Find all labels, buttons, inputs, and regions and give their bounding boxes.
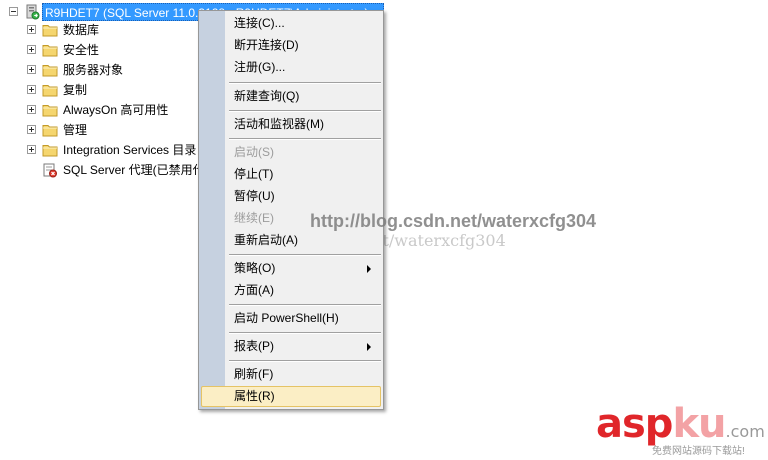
tree-node-label[interactable]: 服务器对象	[63, 61, 123, 79]
menu-separator	[229, 254, 381, 256]
tree-node-integration-services[interactable]: Integration Services 目录	[0, 141, 200, 159]
logo-part-ku: ku	[672, 401, 726, 447]
sql-agent-icon	[43, 163, 57, 178]
tree-node-label[interactable]: 安全性	[63, 41, 99, 59]
folder-icon	[42, 125, 58, 137]
menu-separator	[229, 332, 381, 334]
tree-node-sql-agent[interactable]: SQL Server 代理(已禁用代理 XP)	[0, 161, 240, 179]
submenu-arrow-icon	[367, 343, 371, 351]
menu-item-properties[interactable]: 属性(R)	[201, 386, 381, 407]
menu-item-activity-monitor[interactable]: 活动和监视器(M)	[201, 114, 381, 135]
tree-node-alwayson[interactable]: AlwaysOn 高可用性	[0, 101, 200, 119]
menu-item-restart[interactable]: 重新启动(A)	[201, 230, 381, 251]
menu-item-connect[interactable]: 连接(C)...	[201, 13, 381, 34]
folder-icon	[42, 145, 58, 157]
server-icon	[26, 4, 40, 20]
expand-icon[interactable]	[27, 45, 36, 54]
menu-separator	[229, 304, 381, 306]
folder-icon	[42, 65, 58, 77]
submenu-arrow-icon	[367, 265, 371, 273]
tree-node-server-objects[interactable]: 服务器对象	[0, 61, 200, 79]
folder-icon	[42, 25, 58, 37]
menu-separator	[229, 82, 381, 84]
menu-item-register[interactable]: 注册(G)...	[201, 57, 381, 78]
menu-item-label: 报表(P)	[234, 339, 274, 353]
menu-item-label: 策略(O)	[234, 261, 276, 275]
menu-item-disconnect[interactable]: 断开连接(D)	[201, 35, 381, 56]
expand-icon[interactable]	[27, 65, 36, 74]
collapse-icon[interactable]	[9, 7, 18, 16]
context-menu: 连接(C)... 断开连接(D) 注册(G)... 新建查询(Q) 活动和监视器…	[198, 10, 384, 410]
menu-separator	[229, 138, 381, 140]
tree-node-label[interactable]: 数据库	[63, 21, 99, 39]
menu-item-start-powershell[interactable]: 启动 PowerShell(H)	[201, 308, 381, 329]
tree-node-label[interactable]: AlwaysOn 高可用性	[63, 101, 168, 119]
menu-item-reports[interactable]: 报表(P)	[201, 336, 381, 357]
tree-node-label[interactable]: 复制	[63, 81, 87, 99]
tree-node-label[interactable]: 管理	[63, 121, 87, 139]
expand-icon[interactable]	[27, 145, 36, 154]
menu-item-start: 启动(S)	[234, 145, 274, 159]
logo-part-asp: asp	[596, 401, 673, 447]
folder-icon	[42, 105, 58, 117]
menu-item-stop[interactable]: 停止(T)	[201, 164, 381, 185]
menu-item-pause[interactable]: 暂停(U)	[201, 186, 381, 207]
folder-icon	[42, 45, 58, 57]
menu-item-refresh[interactable]: 刷新(F)	[201, 364, 381, 385]
menu-separator	[229, 360, 381, 362]
watermark-url: http://blog.csdn.net/waterxcfg304	[310, 211, 597, 231]
tree-node-management[interactable]: 管理	[0, 121, 200, 139]
tree-node-replication[interactable]: 复制	[0, 81, 200, 99]
tree-node-databases[interactable]: 数据库	[0, 21, 200, 39]
expand-icon[interactable]	[27, 25, 36, 34]
logo-part-com: .com	[725, 422, 765, 441]
tree-node-security[interactable]: 安全性	[0, 41, 200, 59]
tree-node-label[interactable]: Integration Services 目录	[63, 141, 196, 159]
expand-icon[interactable]	[27, 85, 36, 94]
menu-separator	[229, 110, 381, 112]
menu-item-policies[interactable]: 策略(O)	[201, 258, 381, 279]
logo-tagline: 免费网站源码下载站!	[652, 446, 745, 457]
expand-icon[interactable]	[27, 105, 36, 114]
aspku-logo: aspku.com 免费网站源码下载站!	[596, 402, 766, 458]
menu-item-facets[interactable]: 方面(A)	[201, 280, 381, 301]
expand-icon[interactable]	[27, 125, 36, 134]
menu-item-new-query[interactable]: 新建查询(Q)	[201, 86, 381, 107]
folder-icon	[42, 85, 58, 97]
